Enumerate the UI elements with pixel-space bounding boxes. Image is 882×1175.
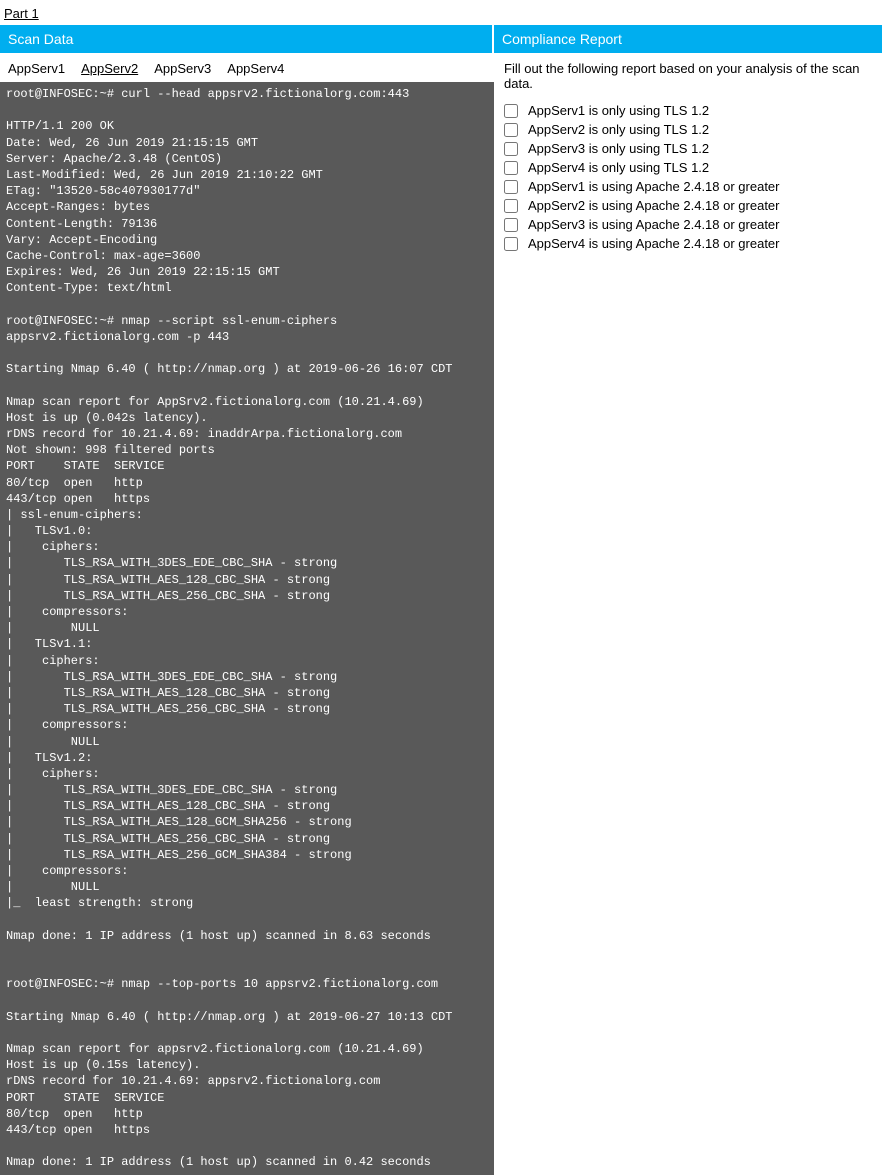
compliance-checkbox-2[interactable] (504, 142, 518, 156)
compliance-checkbox-6[interactable] (504, 218, 518, 232)
compliance-checkbox-0[interactable] (504, 104, 518, 118)
compliance-checkbox-3[interactable] (504, 161, 518, 175)
compliance-label: AppServ1 is using Apache 2.4.18 or great… (528, 179, 780, 194)
compliance-label: AppServ1 is only using TLS 1.2 (528, 103, 709, 118)
tab-bar: AppServ1 AppServ2 AppServ3 AppServ4 (0, 53, 494, 82)
header-row: Scan Data Compliance Report (0, 25, 882, 53)
compliance-checkbox-4[interactable] (504, 180, 518, 194)
compliance-description: Fill out the following report based on y… (502, 53, 882, 101)
tab-appserv4[interactable]: AppServ4 (227, 61, 284, 76)
compliance-label: AppServ4 is using Apache 2.4.18 or great… (528, 236, 780, 251)
compliance-label: AppServ2 is using Apache 2.4.18 or great… (528, 198, 780, 213)
check-item: AppServ2 is only using TLS 1.2 (504, 120, 876, 139)
compliance-report-header: Compliance Report (494, 25, 882, 53)
compliance-label: AppServ3 is only using TLS 1.2 (528, 141, 709, 156)
compliance-label: AppServ3 is using Apache 2.4.18 or great… (528, 217, 780, 232)
compliance-label: AppServ2 is only using TLS 1.2 (528, 122, 709, 137)
check-item: AppServ3 is using Apache 2.4.18 or great… (504, 215, 876, 234)
check-item: AppServ4 is only using TLS 1.2 (504, 158, 876, 177)
terminal-output: root@INFOSEC:~# curl --head appsrv2.fict… (0, 82, 494, 1175)
check-item: AppServ1 is only using TLS 1.2 (504, 101, 876, 120)
compliance-checkbox-5[interactable] (504, 199, 518, 213)
scan-data-header: Scan Data (0, 25, 492, 53)
check-item: AppServ3 is only using TLS 1.2 (504, 139, 876, 158)
content-row: AppServ1 AppServ2 AppServ3 AppServ4 root@IN… (0, 53, 882, 1175)
tab-appserv1[interactable]: AppServ1 (8, 61, 65, 76)
tab-appserv3[interactable]: AppServ3 (154, 61, 211, 76)
compliance-label: AppServ4 is only using TLS 1.2 (528, 160, 709, 175)
compliance-checkbox-7[interactable] (504, 237, 518, 251)
check-item: AppServ2 is using Apache 2.4.18 or great… (504, 196, 876, 215)
check-item: AppServ4 is using Apache 2.4.18 or great… (504, 234, 876, 253)
compliance-checklist: AppServ1 is only using TLS 1.2 AppServ2 i… (502, 101, 882, 253)
compliance-checkbox-1[interactable] (504, 123, 518, 137)
part-link[interactable]: Part 1 (0, 0, 43, 25)
tab-appserv2[interactable]: AppServ2 (81, 61, 138, 76)
check-item: AppServ1 is using Apache 2.4.18 or great… (504, 177, 876, 196)
